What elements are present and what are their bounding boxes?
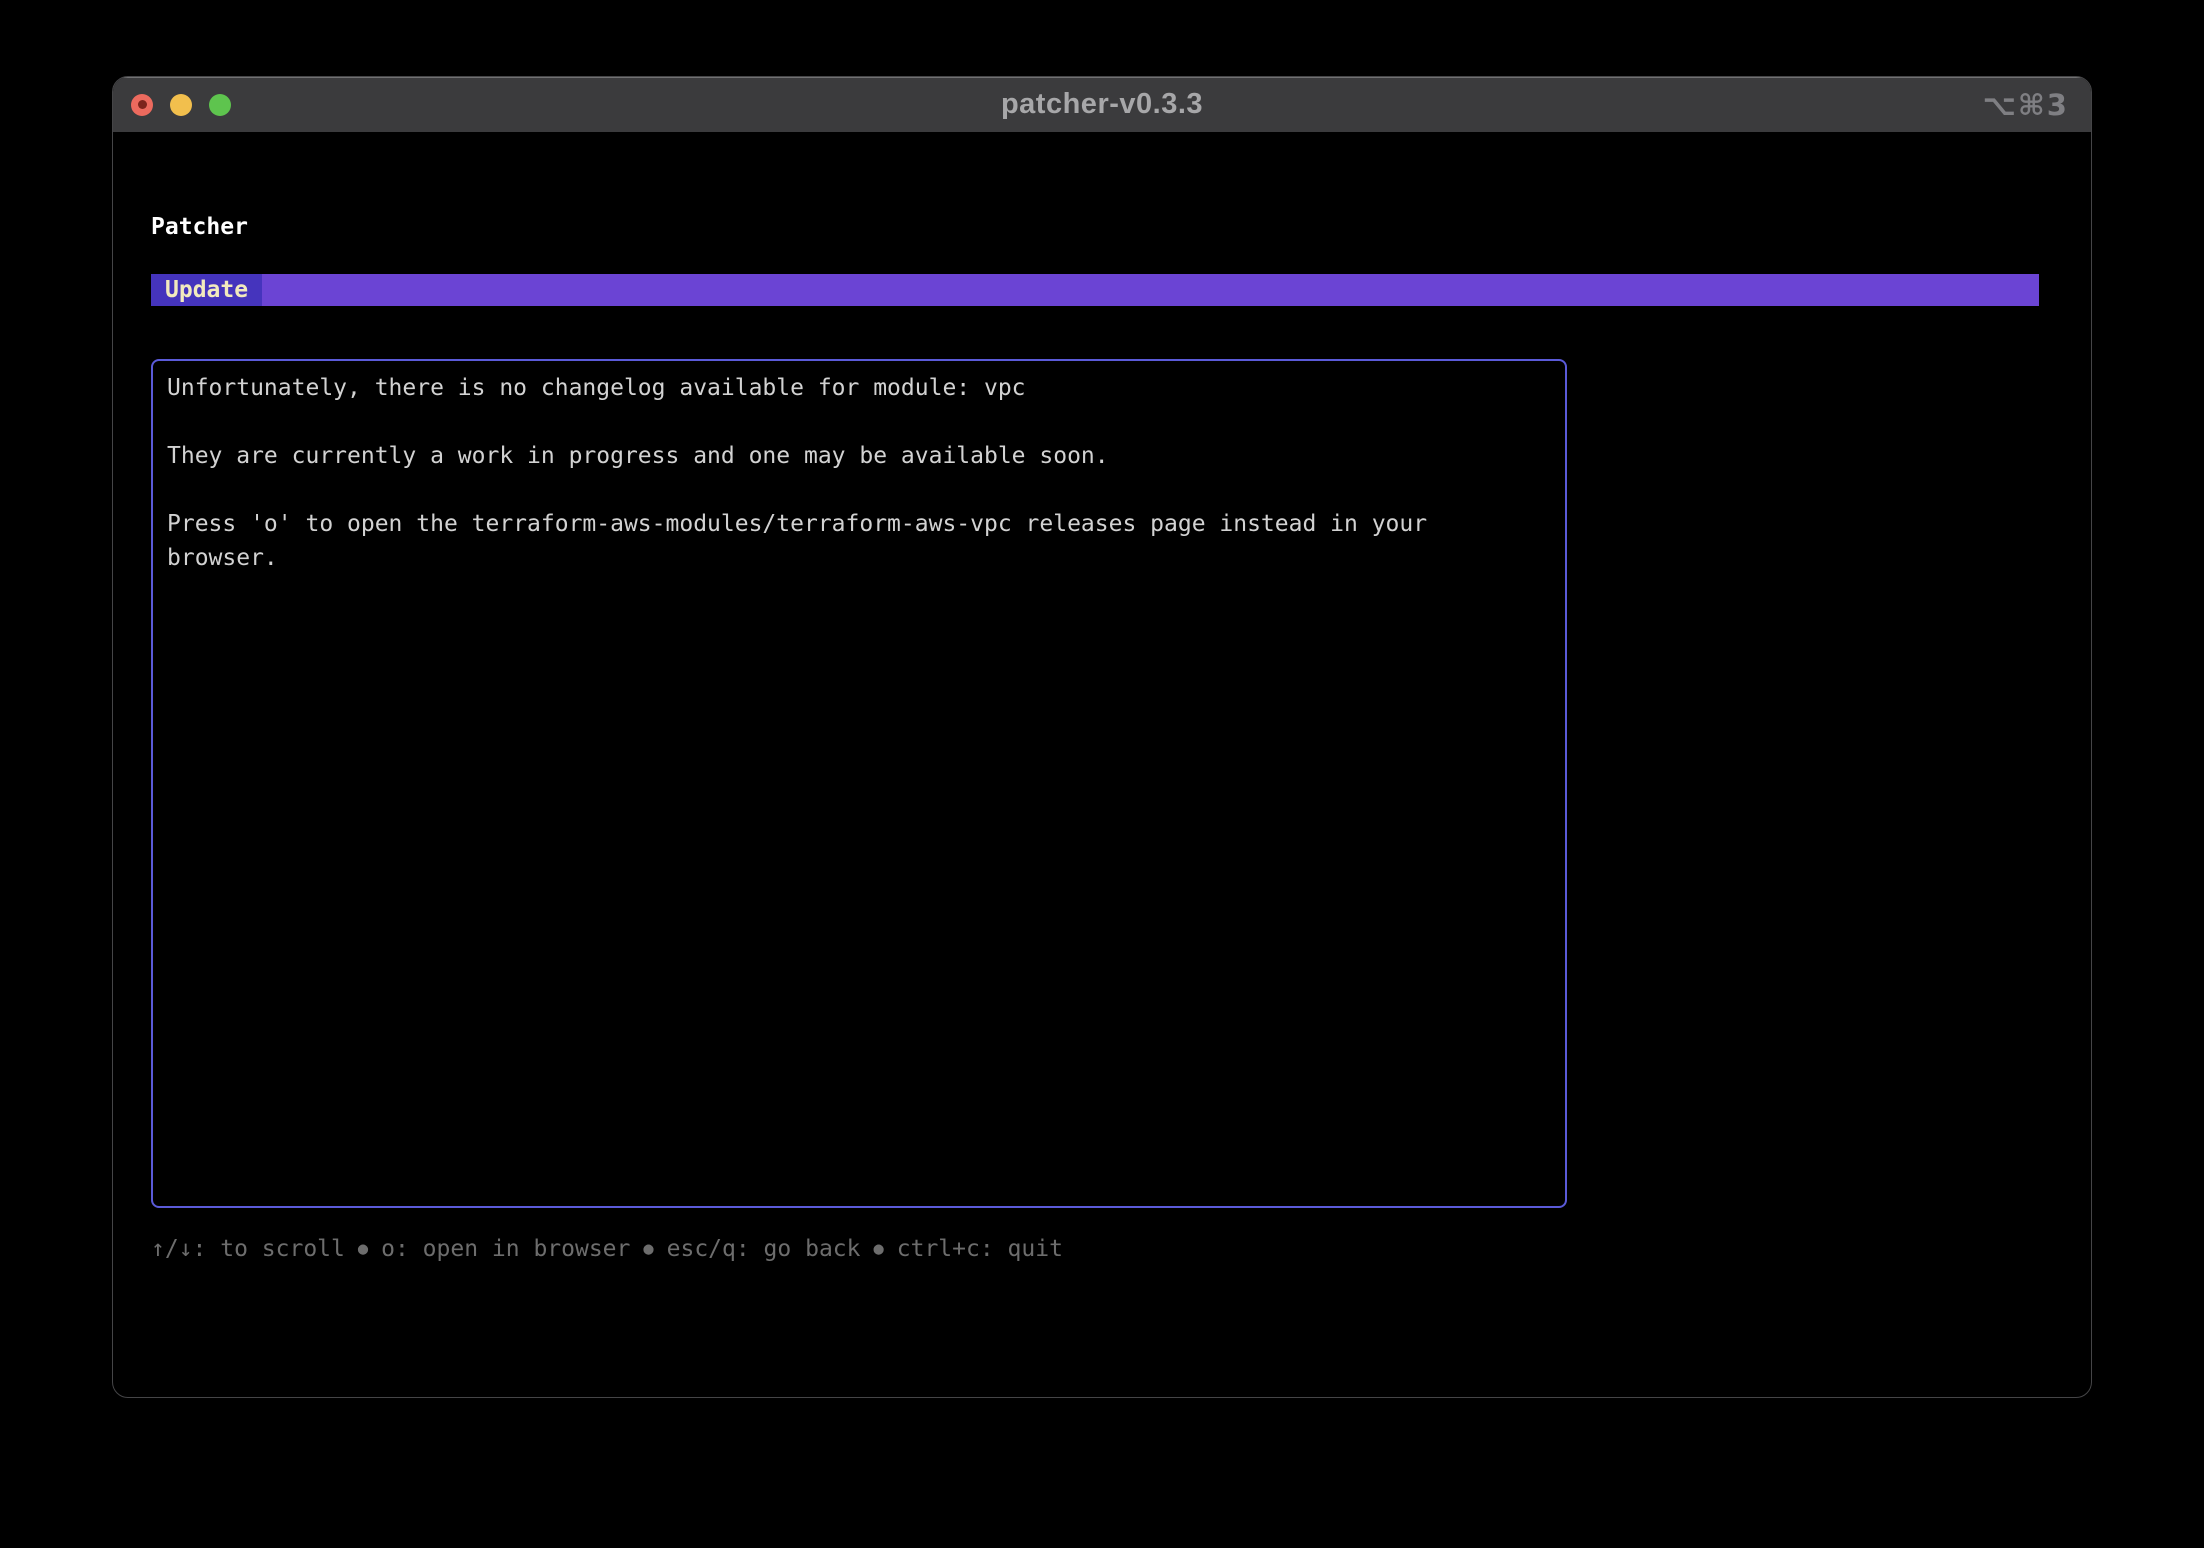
app-title: Patcher xyxy=(151,214,248,240)
changelog-message-line: Press 'o' to open the terraform-aws-modu… xyxy=(167,511,1441,571)
bullet-separator-icon: ● xyxy=(357,1239,369,1259)
window-title: patcher-v0.3.3 xyxy=(1000,88,1204,120)
changelog-viewport[interactable]: Unfortunately, there is no changelog ava… xyxy=(151,359,1567,1208)
tab-bar: Update xyxy=(151,274,2039,306)
tab-update[interactable]: Update xyxy=(151,274,263,306)
close-button[interactable] xyxy=(131,93,153,116)
help-item-go-back: esc/q: go back xyxy=(666,1236,861,1262)
zoom-button[interactable] xyxy=(209,93,231,116)
terminal-window: patcher-v0.3.3 ⌥⌘3 Patcher Update Unfort… xyxy=(112,76,2092,1398)
terminal-content: Patcher Update Unfortunately, there is n… xyxy=(113,210,2091,1266)
changelog-message-line: They are currently a work in progress an… xyxy=(167,443,1109,469)
window-titlebar[interactable]: patcher-v0.3.3 ⌥⌘3 xyxy=(113,77,2091,132)
bullet-separator-icon: ● xyxy=(873,1239,884,1259)
help-item-quit: ctrl+c: quit xyxy=(896,1236,1063,1262)
unsaved-changes-dot-icon xyxy=(137,100,147,109)
tab-bar-filler xyxy=(262,274,2039,306)
help-item-open-browser: o: open in browser xyxy=(381,1236,631,1262)
help-item-scroll: ↑/↓: to scroll xyxy=(151,1236,345,1262)
changelog-message-line: Unfortunately, there is no changelog ava… xyxy=(167,375,1026,401)
tab-shortcut-hint: ⌥⌘3 xyxy=(1982,87,2069,122)
minimize-button[interactable] xyxy=(170,93,192,116)
bullet-separator-icon: ● xyxy=(643,1239,654,1259)
help-bar: ↑/↓: to scroll ● o: open in browser ● es… xyxy=(151,1232,2091,1266)
desktop-background: patcher-v0.3.3 ⌥⌘3 Patcher Update Unfort… xyxy=(0,0,2204,1548)
traffic-light-buttons xyxy=(113,93,231,116)
